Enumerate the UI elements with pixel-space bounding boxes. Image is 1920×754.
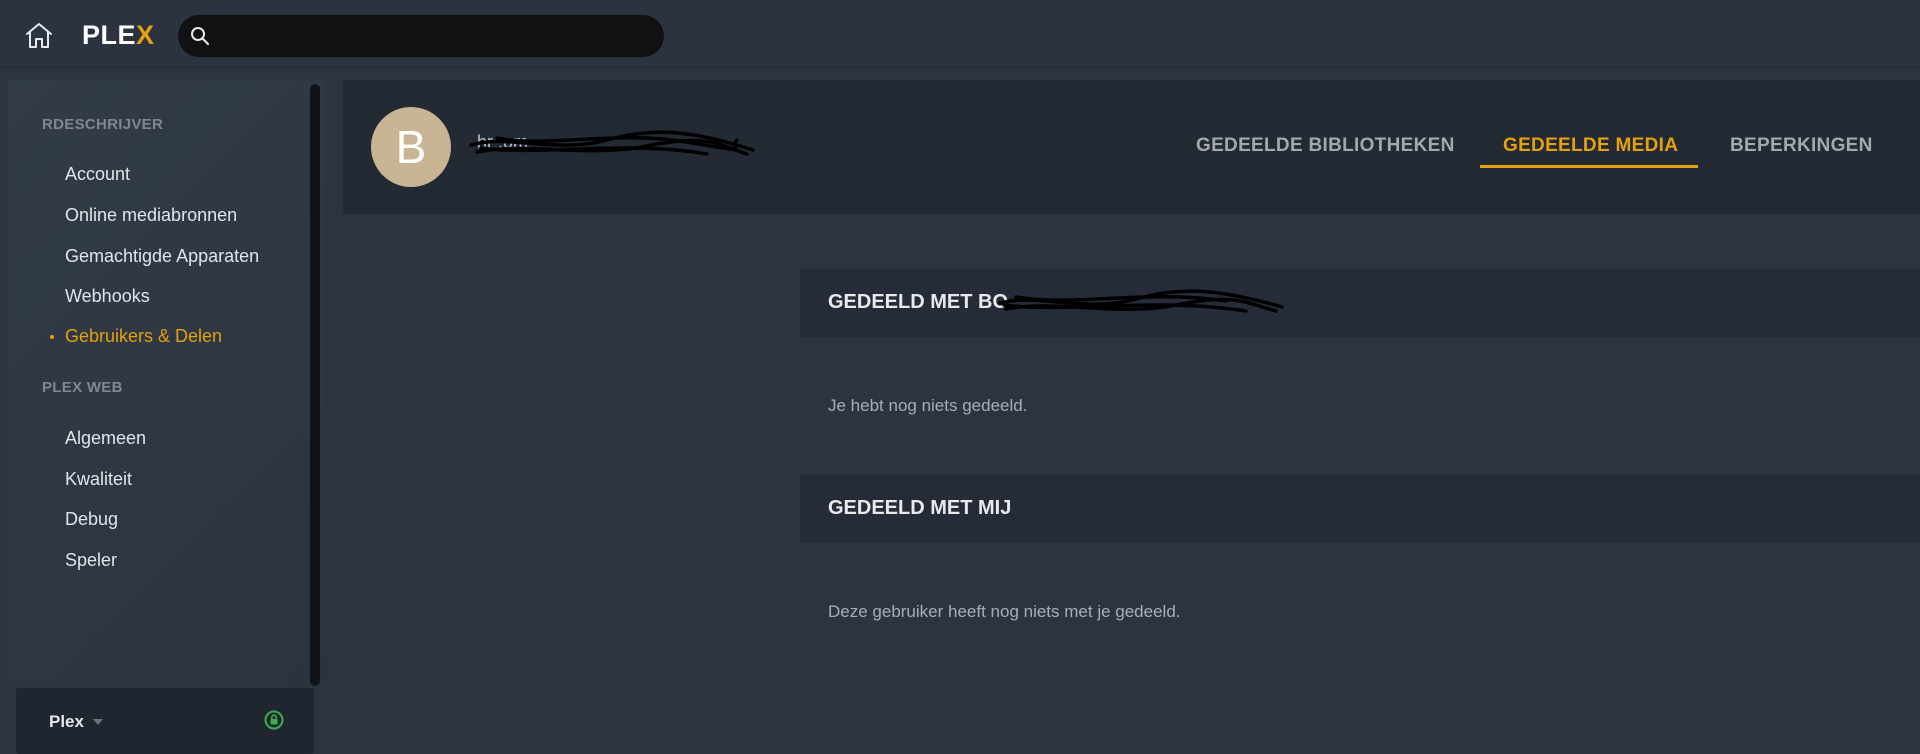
sidebar-item-kwaliteit[interactable]: Kwaliteit bbox=[65, 469, 132, 490]
sidebar-item-debug[interactable]: Debug bbox=[65, 509, 118, 530]
sidebar-item-gebruikers-delen[interactable]: Gebruikers & Delen bbox=[65, 326, 222, 347]
shared-with-me-title: GEDEELD MET MIJ bbox=[828, 497, 1012, 519]
shared-with-title: GEDEELD MET BO bbox=[828, 291, 1009, 313]
shared-with-me-header: GEDEELD MET MIJ bbox=[800, 475, 1920, 543]
avatar: B bbox=[371, 107, 451, 187]
search-box[interactable] bbox=[178, 15, 664, 57]
server-name[interactable]: Plex bbox=[49, 712, 84, 732]
active-indicator-dot bbox=[50, 335, 54, 339]
sidebar-item-account[interactable]: Account bbox=[65, 164, 130, 185]
sidebar-item-webhooks[interactable]: Webhooks bbox=[65, 286, 150, 307]
search-input[interactable] bbox=[218, 21, 648, 51]
plex-logo[interactable]: PLEX bbox=[82, 20, 155, 51]
sidebar-item-speler[interactable]: Speler bbox=[65, 550, 117, 571]
shared-with-me-empty-message: Deze gebruiker heeft nog niets met je ge… bbox=[828, 602, 1181, 621]
sidebar-item-online-mediabronnen[interactable]: Online mediabronnen bbox=[65, 205, 237, 226]
top-bar: PLEX bbox=[0, 0, 1920, 68]
sidebar-scrollbar[interactable] bbox=[310, 84, 320, 686]
search-icon bbox=[191, 27, 209, 45]
sidebar-item-algemeen[interactable]: Algemeen bbox=[65, 428, 146, 449]
sidebar-section-title-settings: RDESCHRIJVER bbox=[42, 116, 164, 133]
logo-accent: X bbox=[136, 20, 155, 50]
lock-icon bbox=[264, 710, 284, 730]
sidebar: RDESCHRIJVER Account Online mediabronnen… bbox=[8, 80, 324, 754]
sidebar-section-title-plex-web: PLEX WEB bbox=[42, 379, 123, 396]
tab-beperkingen[interactable]: BEPERKINGEN bbox=[1730, 135, 1873, 157]
tab-gedeelde-bibliotheken[interactable]: GEDEELDE BIBLIOTHEKEN bbox=[1196, 135, 1455, 157]
shared-with-empty-message: Je hebt nog niets gedeeld. bbox=[828, 396, 1028, 415]
user-profile-header: B hr .om GEDEELDE BIBLIOTHEKEN GEDEELDE … bbox=[343, 80, 1920, 214]
redaction-scribble bbox=[469, 130, 755, 156]
tab-gedeelde-media[interactable]: GEDEELDE MEDIA bbox=[1503, 135, 1678, 157]
caret-down-icon[interactable] bbox=[93, 719, 103, 725]
logo-text: PLE bbox=[82, 20, 137, 50]
redaction-scribble-2 bbox=[998, 289, 1284, 313]
server-selector[interactable]: Plex bbox=[16, 688, 314, 754]
shared-with-header: GEDEELD MET BO bbox=[800, 269, 1920, 337]
home-icon bbox=[26, 23, 52, 48]
home-button[interactable] bbox=[20, 17, 58, 53]
active-tab-underline bbox=[1480, 165, 1698, 168]
sidebar-item-gemachtigde-apparaten[interactable]: Gemachtigde Apparaten bbox=[65, 246, 259, 267]
